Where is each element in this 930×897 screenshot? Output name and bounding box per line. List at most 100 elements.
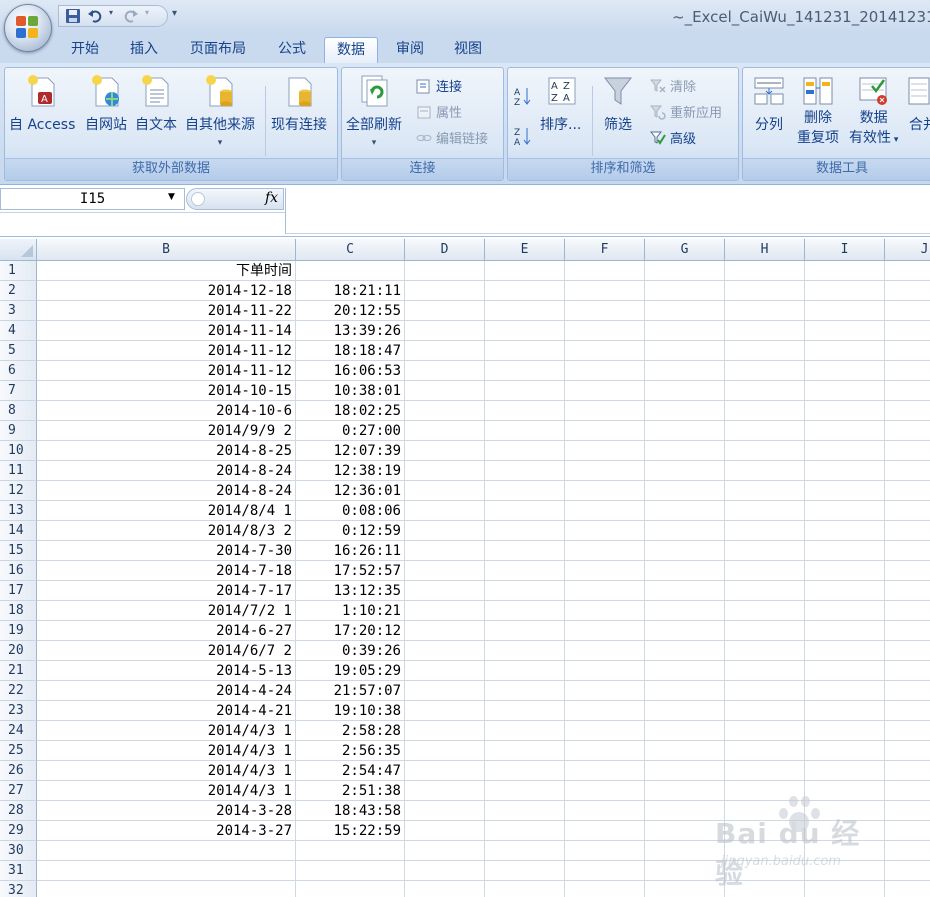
cell-i1[interactable] [805, 261, 885, 281]
cell-d1[interactable] [405, 261, 485, 281]
cell-f1[interactable] [565, 261, 645, 281]
cell-e11[interactable] [485, 461, 565, 481]
cell-i24[interactable] [805, 721, 885, 741]
cell-g21[interactable] [645, 661, 725, 681]
cell-c23[interactable]: 19:10:38 [296, 701, 405, 721]
cell-f10[interactable] [565, 441, 645, 461]
text-to-columns-button[interactable]: 分列 [753, 74, 785, 134]
cell-d23[interactable] [405, 701, 485, 721]
cell-c28[interactable]: 18:43:58 [296, 801, 405, 821]
cell-i5[interactable] [805, 341, 885, 361]
column-header-f[interactable]: F [565, 239, 645, 261]
row-header[interactable]: 21 [0, 661, 37, 681]
cell-c5[interactable]: 18:18:47 [296, 341, 405, 361]
cell-d32[interactable] [405, 881, 485, 897]
cell-e13[interactable] [485, 501, 565, 521]
name-box[interactable]: I15 [0, 188, 185, 210]
cell-b11[interactable]: 2014-8-24 [37, 461, 296, 481]
cell-c13[interactable]: 0:08:06 [296, 501, 405, 521]
cell-f21[interactable] [565, 661, 645, 681]
cell-c15[interactable]: 16:26:11 [296, 541, 405, 561]
cell-b10[interactable]: 2014-8-25 [37, 441, 296, 461]
cell-b8[interactable]: 2014-10-6 [37, 401, 296, 421]
cell-f7[interactable] [565, 381, 645, 401]
cell-g22[interactable] [645, 681, 725, 701]
cell-f2[interactable] [565, 281, 645, 301]
cell-b3[interactable]: 2014-11-22 [37, 301, 296, 321]
row-header[interactable]: 13 [0, 501, 37, 521]
cell-e10[interactable] [485, 441, 565, 461]
cell-j29[interactable] [885, 821, 930, 841]
cell-j10[interactable] [885, 441, 930, 461]
cell-c30[interactable] [296, 841, 405, 861]
cell-c22[interactable]: 21:57:07 [296, 681, 405, 701]
cell-e24[interactable] [485, 721, 565, 741]
cell-j23[interactable] [885, 701, 930, 721]
cell-i9[interactable] [805, 421, 885, 441]
cell-g32[interactable] [645, 881, 725, 897]
row-header[interactable]: 26 [0, 761, 37, 781]
cell-h8[interactable] [725, 401, 805, 421]
cell-b4[interactable]: 2014-11-14 [37, 321, 296, 341]
cell-j3[interactable] [885, 301, 930, 321]
cell-e28[interactable] [485, 801, 565, 821]
row-header[interactable]: 11 [0, 461, 37, 481]
cell-g19[interactable] [645, 621, 725, 641]
row-header[interactable]: 5 [0, 341, 37, 361]
cell-d4[interactable] [405, 321, 485, 341]
cell-c1[interactable] [296, 261, 405, 281]
row-header[interactable]: 9 [0, 421, 37, 441]
row-header[interactable]: 28 [0, 801, 37, 821]
cell-i2[interactable] [805, 281, 885, 301]
cell-i16[interactable] [805, 561, 885, 581]
cell-d15[interactable] [405, 541, 485, 561]
cell-f15[interactable] [565, 541, 645, 561]
cell-e2[interactable] [485, 281, 565, 301]
cell-g8[interactable] [645, 401, 725, 421]
cell-b20[interactable]: 2014/6/7 2 [37, 641, 296, 661]
cell-b31[interactable] [37, 861, 296, 881]
cell-b18[interactable]: 2014/7/2 1 [37, 601, 296, 621]
row-header[interactable]: 30 [0, 841, 37, 861]
column-header-j[interactable]: J [885, 239, 930, 261]
refresh-all-button[interactable]: 全部刷新 ▾ [346, 74, 402, 148]
cell-i15[interactable] [805, 541, 885, 561]
cell-d14[interactable] [405, 521, 485, 541]
cell-b7[interactable]: 2014-10-15 [37, 381, 296, 401]
cell-j11[interactable] [885, 461, 930, 481]
cell-d20[interactable] [405, 641, 485, 661]
cell-d10[interactable] [405, 441, 485, 461]
cell-c11[interactable]: 12:38:19 [296, 461, 405, 481]
cell-c6[interactable]: 16:06:53 [296, 361, 405, 381]
cell-e21[interactable] [485, 661, 565, 681]
cell-i19[interactable] [805, 621, 885, 641]
row-header[interactable]: 20 [0, 641, 37, 661]
cell-i12[interactable] [805, 481, 885, 501]
cell-e25[interactable] [485, 741, 565, 761]
cell-g5[interactable] [645, 341, 725, 361]
cell-d21[interactable] [405, 661, 485, 681]
cell-c27[interactable]: 2:51:38 [296, 781, 405, 801]
cell-j4[interactable] [885, 321, 930, 341]
cell-f25[interactable] [565, 741, 645, 761]
undo-dropdown-icon[interactable]: ▾ [109, 8, 117, 24]
cell-b25[interactable]: 2014/4/3 1 [37, 741, 296, 761]
cell-j6[interactable] [885, 361, 930, 381]
cell-d12[interactable] [405, 481, 485, 501]
cell-e9[interactable] [485, 421, 565, 441]
row-header[interactable]: 22 [0, 681, 37, 701]
cell-g23[interactable] [645, 701, 725, 721]
row-header[interactable]: 4 [0, 321, 37, 341]
cell-b2[interactable]: 2014-12-18 [37, 281, 296, 301]
row-header[interactable]: 31 [0, 861, 37, 881]
cell-c7[interactable]: 10:38:01 [296, 381, 405, 401]
cell-i7[interactable] [805, 381, 885, 401]
tab-formulas[interactable]: 公式 [266, 37, 318, 63]
column-header-b[interactable]: B [37, 239, 296, 261]
cell-d31[interactable] [405, 861, 485, 881]
data-validation-button[interactable]: 数据 有效性 ▾ [849, 74, 898, 150]
cell-f32[interactable] [565, 881, 645, 897]
cell-j19[interactable] [885, 621, 930, 641]
cell-f27[interactable] [565, 781, 645, 801]
cell-f14[interactable] [565, 521, 645, 541]
